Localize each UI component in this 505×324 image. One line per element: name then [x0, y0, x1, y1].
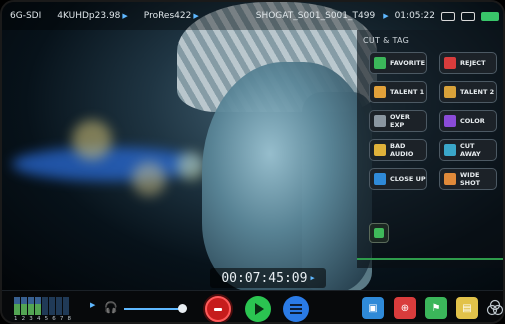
tag-icon — [374, 144, 386, 156]
video-format-label: 4KUHDp23.98 — [57, 11, 121, 21]
tag-label: WIDE SHOT — [460, 171, 481, 187]
codec-setting[interactable]: ProRes422 ▶ — [144, 11, 199, 21]
brand-logo-icon — [486, 299, 503, 316]
video-format[interactable]: 4KUHDp23.98 ▶ — [57, 11, 128, 21]
tag-label: CUT AWAY — [460, 142, 481, 158]
monitor-screen: 6G-SDI 4KUHDp23.98 ▶ ProRes422 ▶ SHOGAT_S0… — [0, 0, 505, 324]
crosshair-icon: ⊕ — [400, 302, 410, 314]
timecode-display[interactable]: 00:07:45:09 ▶ — [210, 268, 326, 288]
audio-meter — [56, 297, 62, 315]
play-triangle-icon: ▶ — [122, 12, 128, 20]
monitor-mode-button[interactable]: ▣ — [362, 297, 384, 319]
tag-button-talent-2[interactable]: TALENT 2 — [439, 81, 497, 103]
tag-button-favorite[interactable]: FAVORITE — [369, 52, 427, 74]
audio-meter — [42, 297, 48, 315]
status-bar: 6G-SDI 4KUHDp23.98 ▶ ProRes422 ▶ SHOGAT_S0… — [2, 2, 503, 30]
tag-label: TALENT 1 — [390, 88, 425, 96]
panel-divider — [357, 258, 503, 260]
tag-icon — [444, 173, 456, 185]
tag-icon — [444, 57, 456, 69]
tag-label: OVER EXP — [390, 113, 410, 129]
bokeh-light — [132, 162, 166, 196]
timecode-value: 00:07:45:09 — [221, 270, 308, 286]
play-triangle-icon: ▶ — [90, 301, 96, 309]
tag-button-reject[interactable]: REJECT — [439, 52, 497, 74]
tag-icon — [374, 57, 386, 69]
audio-meter — [63, 297, 69, 315]
tag-icon — [444, 144, 456, 156]
status-right: SHOGAT_S001_S001_T499 ▶ 01:05:22 — [256, 11, 499, 21]
play-icon — [255, 303, 264, 315]
play-triangle-icon: ▶ — [310, 274, 315, 282]
lut-button[interactable]: ▤ — [456, 297, 478, 319]
volume-knob[interactable] — [178, 304, 187, 313]
play-triangle-icon: ▶ — [193, 12, 199, 20]
tag-flag-button[interactable]: ⚑ — [425, 297, 447, 319]
scene-icon — [374, 228, 384, 238]
audio-meters[interactable] — [14, 297, 69, 315]
media-icon — [441, 11, 455, 21]
tag-label: COLOR — [460, 117, 485, 125]
bokeh-light — [72, 120, 112, 160]
tag-icon — [444, 115, 456, 127]
audio-channel-labels: 1 2 3 4 5 6 7 8 — [14, 316, 73, 322]
focus-tool-button[interactable]: ⊕ — [394, 297, 416, 319]
tag-button-close-up[interactable]: CLOSE UP — [369, 168, 427, 190]
battery-icon — [481, 11, 499, 21]
tag-label: BAD AUDIO — [390, 142, 414, 158]
tag-label: TALENT 2 — [460, 88, 495, 96]
lut-icon: ▤ — [462, 302, 472, 314]
audio-meter — [21, 297, 27, 315]
record-time: 01:05:22 — [394, 11, 435, 21]
panel-title: CUT & TAG — [363, 36, 410, 45]
cut-tag-panel: CUT & TAG FAVORITE REJECT TALENT 1 TALENT 2… — [357, 30, 503, 268]
monitor-icon: ▣ — [368, 302, 378, 314]
tag-icon — [374, 173, 386, 185]
headphone-icon[interactable]: 🎧 — [104, 301, 118, 314]
play-triangle-icon: ▶ — [383, 12, 389, 20]
tag-icon — [444, 86, 456, 98]
tag-label: CLOSE UP — [390, 175, 426, 183]
flag-icon: ⚑ — [431, 302, 441, 314]
tag-button-over-exp[interactable]: OVER EXP — [369, 110, 427, 132]
audio-meter — [14, 297, 20, 315]
tag-button-wide-shot[interactable]: WIDE SHOT — [439, 168, 497, 190]
volume-slider[interactable] — [124, 308, 186, 310]
tag-button-talent-1[interactable]: TALENT 1 — [369, 81, 427, 103]
codec-label: ProRes422 — [143, 11, 192, 21]
bokeh-light — [177, 152, 205, 180]
audio-meter — [35, 297, 41, 315]
tag-label: FAVORITE — [390, 59, 426, 67]
record-icon — [214, 307, 222, 311]
tag-button-bad-audio[interactable]: BAD AUDIO — [369, 139, 427, 161]
record-button[interactable] — [205, 296, 231, 322]
tag-button-cut-away[interactable]: CUT AWAY — [439, 139, 497, 161]
menu-button[interactable] — [283, 296, 309, 322]
audio-meter — [49, 297, 55, 315]
audio-meter — [28, 297, 34, 315]
menu-icon — [290, 304, 302, 314]
tag-label: REJECT — [460, 59, 486, 67]
play-button[interactable] — [245, 296, 271, 322]
subject-face — [202, 62, 372, 290]
tag-icon — [374, 86, 386, 98]
scene-tag-button[interactable] — [369, 223, 389, 243]
clip-filename[interactable]: SHOGAT_S001_S001_T499 — [256, 11, 375, 21]
connection-icon — [461, 11, 475, 21]
tag-icon — [374, 115, 386, 127]
input-source[interactable]: 6G-SDI — [10, 11, 41, 21]
bottom-toolbar: 1 2 3 4 5 6 7 8 ▶ 🎧 ▣ ⊕ ⚑ ▤ — [2, 290, 503, 322]
tag-button-color[interactable]: COLOR — [439, 110, 497, 132]
